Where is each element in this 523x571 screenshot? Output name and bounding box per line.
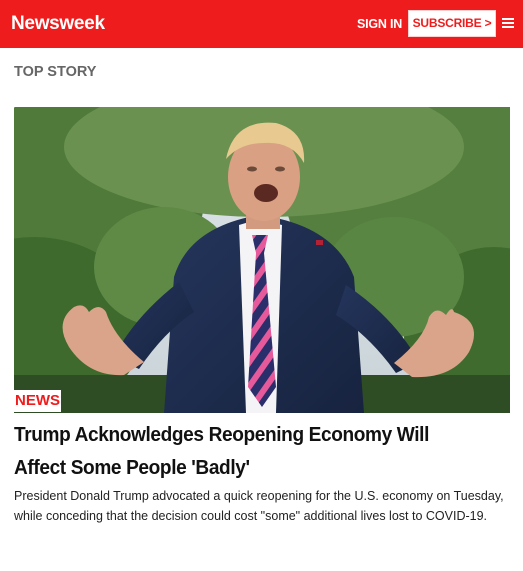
section-heading: TOP STORY <box>14 64 97 80</box>
story-image[interactable] <box>14 107 510 413</box>
story-summary: President Donald Trump advocated a quick… <box>14 489 504 523</box>
site-header: Newsweek SIGN IN SUBSCRIBE > <box>0 0 523 48</box>
hamburger-menu-icon[interactable] <box>502 18 514 28</box>
story-headline[interactable]: Trump Acknowledges Reopening Economy Wil… <box>14 418 475 484</box>
sign-in-link[interactable]: SIGN IN <box>357 15 402 33</box>
newsweek-logo[interactable]: Newsweek <box>11 12 105 36</box>
category-tag[interactable]: NEWS <box>14 390 61 412</box>
subscribe-button[interactable]: SUBSCRIBE > <box>408 10 496 37</box>
